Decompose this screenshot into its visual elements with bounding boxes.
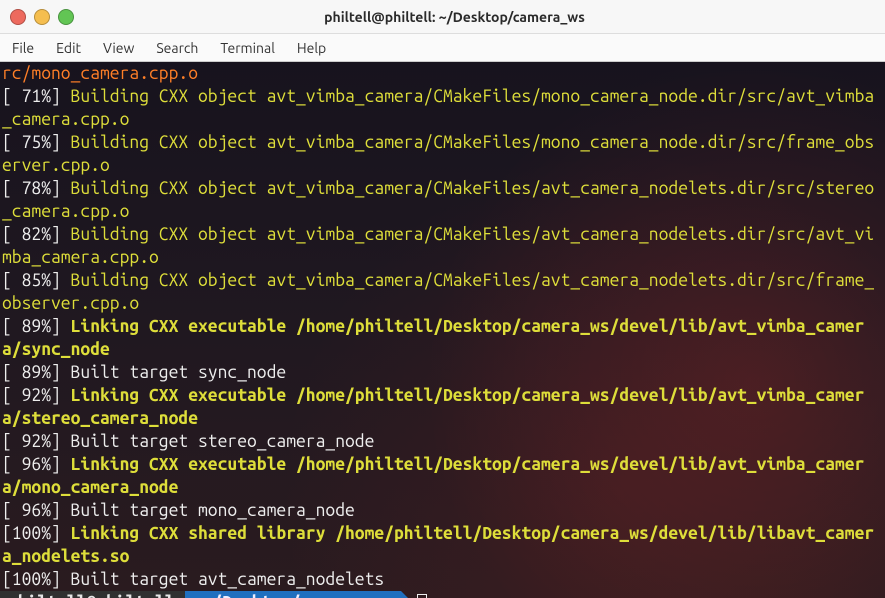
terminal-line: [ 78%] Building CXX object avt_vimba_cam…: [2, 177, 883, 223]
window-title: philtell@philtell: ~/Desktop/camera_ws: [24, 9, 885, 25]
terminal-line: [ 96%] Linking CXX executable /home/phil…: [2, 453, 883, 499]
prompt-path: ~/Desktop/camera_ws: [185, 591, 401, 598]
menu-edit[interactable]: Edit: [56, 40, 81, 56]
prompt-user: philtell@philtell: [0, 591, 185, 598]
menu-file[interactable]: File: [12, 40, 34, 56]
titlebar: philtell@philtell: ~/Desktop/camera_ws: [0, 0, 885, 34]
terminal-line: [ 92%] Built target stereo_camera_node: [2, 430, 883, 453]
terminal-line: [ 85%] Building CXX object avt_vimba_cam…: [2, 269, 883, 315]
cursor-icon: [417, 594, 427, 598]
terminal-line: [ 82%] Building CXX object avt_vimba_cam…: [2, 223, 883, 269]
terminal-line: [ 75%] Building CXX object avt_vimba_cam…: [2, 131, 883, 177]
terminal-line: [100%] Built target avt_camera_nodelets: [2, 568, 883, 591]
terminal-line: rc/mono_camera.cpp.o: [2, 62, 883, 85]
terminal-line: [100%] Linking CXX shared library /home/…: [2, 522, 883, 568]
prompt[interactable]: philtell@philtell ~/Desktop/camera_ws: [0, 591, 885, 598]
terminal-line: [ 89%] Linking CXX executable /home/phil…: [2, 315, 883, 361]
terminal-line: [ 89%] Built target sync_node: [2, 361, 883, 384]
menu-view[interactable]: View: [103, 40, 134, 56]
terminal[interactable]: rc/mono_camera.cpp.o[ 71%] Building CXX …: [0, 62, 885, 598]
terminal-line: [ 71%] Building CXX object avt_vimba_cam…: [2, 85, 883, 131]
terminal-line: [ 96%] Built target mono_camera_node: [2, 499, 883, 522]
menubar: File Edit View Search Terminal Help: [0, 34, 885, 62]
terminal-line: [ 92%] Linking CXX executable /home/phil…: [2, 384, 883, 430]
menu-search[interactable]: Search: [156, 40, 198, 56]
menu-help[interactable]: Help: [297, 40, 326, 56]
terminal-output: rc/mono_camera.cpp.o[ 71%] Building CXX …: [0, 62, 885, 591]
menu-terminal[interactable]: Terminal: [220, 40, 275, 56]
